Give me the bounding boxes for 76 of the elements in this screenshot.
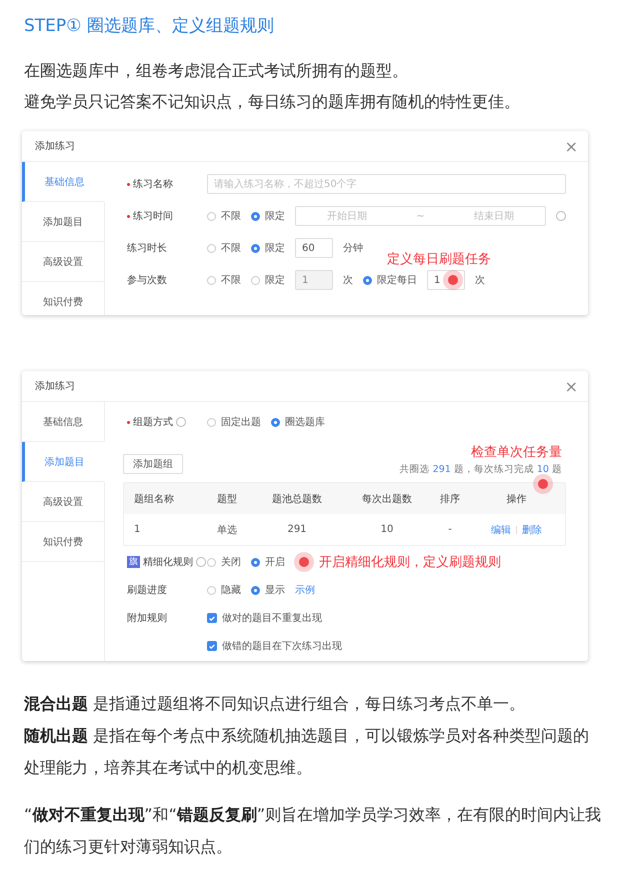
field-label: 组题方式 [133, 416, 173, 429]
input-value: 60 [302, 242, 315, 254]
radio-option[interactable]: 关闭 [207, 555, 241, 569]
sidebar-tab[interactable]: 高级设置 [22, 242, 104, 282]
table-cell-text: 10 [380, 524, 394, 535]
field-label: 精细化规则 [143, 556, 193, 569]
dialog-title: 添加练习 [35, 380, 75, 393]
input-value: 1 [302, 274, 308, 286]
radio-option[interactable]: 不限 [207, 241, 241, 255]
column-header: 题型 [216, 492, 238, 506]
annotation-text: 开启精细化规则，定义刷题规则 [319, 554, 501, 571]
column-header: 题池总题数 [271, 492, 323, 506]
info-icon[interactable] [556, 211, 566, 221]
action-link[interactable]: 删除 [522, 522, 542, 536]
field-label: 附加规则 [127, 612, 167, 625]
summary-text: 共圈选 291 题，每次练习完成 10 题 [400, 463, 562, 476]
field-label: 练习名称 [133, 178, 173, 191]
radio-option[interactable]: 限定每日 [363, 273, 417, 287]
flag-badge: 旗 [127, 556, 140, 568]
action-link[interactable]: 编辑 [491, 522, 511, 536]
sidebar-tab[interactable]: 添加题目 [22, 202, 104, 242]
checkbox-option[interactable]: 做对的题目不重复出现 [207, 611, 322, 625]
table-cell-text: 1 [133, 524, 142, 535]
add-group-button[interactable]: 添加题组 [123, 454, 183, 474]
radio-option[interactable]: 显示 [251, 583, 285, 597]
radio-option[interactable]: 开启 [251, 555, 285, 569]
radio-option[interactable]: 圈选题库 [271, 415, 325, 429]
close-icon[interactable]: × [564, 136, 578, 156]
annotation-text: 定义每日刷题任务 [387, 251, 491, 268]
checkbox-option[interactable]: 做错的题目在下次练习出现 [207, 639, 342, 653]
note-paragraph: “做对不重复出现”和“错题反复刷”则旨在增加学员学习效率，在有限的时间内让我们的练习更针对薄弱知识点。 [24, 804, 602, 858]
column-header: 每次出题数 [361, 492, 413, 506]
radio-option[interactable]: 隐藏 [207, 583, 241, 597]
intro-text: 在圈选题库中，组卷考虑混合正式考试所拥有的题型。 [24, 60, 409, 82]
radio-option[interactable]: 限定 [251, 209, 285, 223]
field-label: 练习时长 [127, 242, 167, 255]
column-header: 排序 [439, 492, 461, 506]
annotation-text: 检查单次任务量 [471, 444, 562, 461]
close-icon[interactable]: × [564, 376, 578, 396]
dialog-title: 添加练习 [35, 140, 75, 153]
input-value: 1 [434, 274, 440, 286]
field-label: 参与次数 [127, 274, 167, 287]
radio-option[interactable]: 限定 [251, 273, 285, 287]
number-input-field[interactable]: 1 [427, 270, 465, 290]
number-input-field[interactable]: 60 [295, 238, 333, 258]
column-header: 题组名称 [133, 492, 175, 506]
radio-option[interactable]: 不限 [207, 209, 241, 223]
radio-option[interactable]: 限定 [251, 241, 285, 255]
sidebar-tab[interactable]: 添加题目 [22, 442, 105, 482]
field-label: 刷题进度 [127, 584, 167, 597]
unit-text: 次 [475, 274, 485, 287]
step-heading: STEP① 圈选题库、定义组题规则 [24, 15, 275, 38]
sidebar-tab[interactable]: 基础信息 [22, 162, 105, 202]
note-paragraph: 混合出题 是指通过题组将不同知识点进行组合，每日练习考点不单一。 [24, 693, 526, 715]
sidebar-tab[interactable]: 知识付费 [22, 282, 104, 315]
radio-option[interactable]: 不限 [207, 273, 241, 287]
sidebar-tab[interactable]: 高级设置 [22, 482, 104, 522]
sidebar-tab[interactable]: 基础信息 [22, 402, 104, 442]
info-icon[interactable] [176, 417, 186, 427]
info-icon[interactable] [196, 557, 206, 567]
column-header: 操作 [506, 492, 528, 506]
intro-text: 避免学员只记答案不记知识点，每日练习的题库拥有随机的特性更佳。 [24, 91, 521, 113]
unit-text: 分钟 [343, 242, 363, 255]
table-cell-text: - [447, 524, 453, 535]
range-separator: ~ [416, 210, 425, 222]
field-label: 练习时间 [133, 210, 173, 223]
table-cell-text: 291 [286, 524, 308, 535]
example-link[interactable]: 示例 [295, 583, 315, 597]
unit-text: 次 [343, 274, 353, 287]
table-cell-text: 单选 [216, 524, 238, 536]
sidebar-tab[interactable]: 知识付费 [22, 522, 104, 562]
radio-option[interactable]: 固定出题 [207, 415, 261, 429]
start-date-placeholder: 开始日期 [326, 210, 367, 223]
note-paragraph: 随机出题 是指在每个考点中系统随机抽选题目，可以锻炼学员对各种类型问题的处理能力，培养其在考试中的机变思维。 [24, 725, 590, 779]
click-marker-icon [538, 479, 548, 489]
end-date-placeholder: 结束日期 [474, 210, 514, 223]
